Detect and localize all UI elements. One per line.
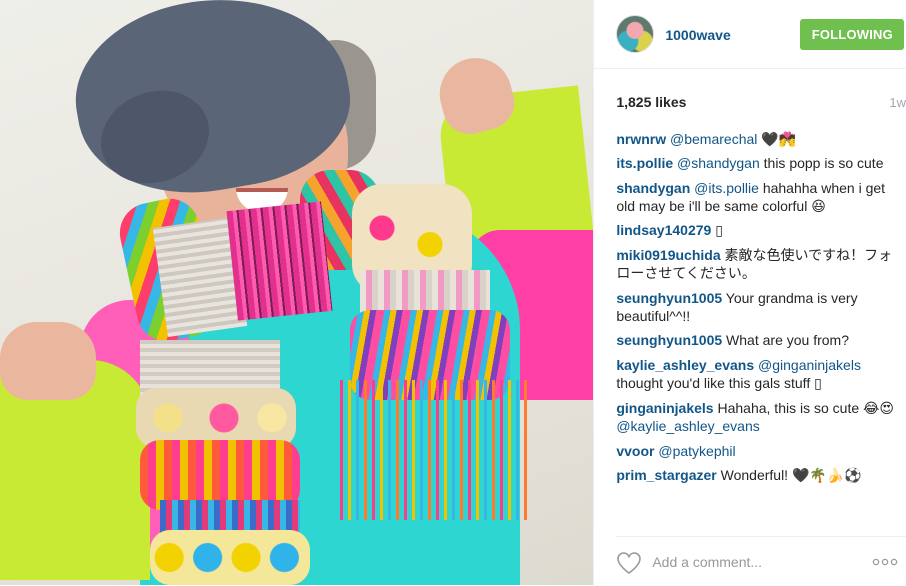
comment-author[interactable]: its.pollie	[616, 155, 673, 171]
instagram-post: 1000wave FOLLOWING 1,825 likes 1w nrwnrw…	[0, 0, 906, 585]
comment-author[interactable]: miki0919uchida	[616, 247, 720, 263]
more-options-icon[interactable]	[872, 553, 898, 571]
comment: prim_stargazer Wonderful! 🖤🌴🍌⚽	[616, 466, 894, 485]
photo-art-scarf	[136, 388, 296, 448]
comment-mention[interactable]: @patykephil	[658, 443, 735, 459]
comment-text: What are you from?	[722, 332, 849, 349]
comment-author[interactable]: lindsay140279	[616, 222, 711, 238]
comment-author[interactable]: vvoor	[616, 443, 654, 459]
comment-composer	[616, 536, 906, 586]
comment-author[interactable]: prim_stargazer	[616, 467, 716, 483]
comment: its.pollie @shandygan this popp is so cu…	[616, 154, 894, 173]
post-age[interactable]: 1w	[889, 95, 906, 110]
comment: lindsay140279 ▯	[616, 221, 894, 240]
following-button[interactable]: FOLLOWING	[800, 19, 905, 50]
comment-list: nrwnrw @bemarechal 🖤💏 its.pollie @shandy…	[616, 130, 894, 490]
username-link[interactable]: 1000wave	[665, 27, 730, 43]
photo-art-scarf	[226, 201, 333, 321]
comment: shandygan @its.pollie hahahha when i get…	[616, 179, 894, 216]
comment-author[interactable]: kaylie_ashley_evans	[616, 357, 754, 373]
comment-author[interactable]: seunghyun1005	[616, 290, 722, 306]
comment-text: Hahaha, this is so cute 😂😍	[713, 399, 894, 416]
post-header: 1000wave FOLLOWING	[594, 0, 906, 69]
likes-count[interactable]: 1,825 likes	[616, 94, 686, 110]
comment-text: this popp is so cute	[759, 155, 884, 172]
heart-icon[interactable]	[616, 551, 642, 575]
comment: seunghyun1005 What are you from?	[616, 331, 894, 350]
comment-mention[interactable]: @shandygan	[677, 155, 760, 171]
comment-text: thought you'd like this gals stuff ▯	[616, 375, 822, 392]
comment-author[interactable]: shandygan	[616, 180, 690, 196]
post-sidebar: 1000wave FOLLOWING 1,825 likes 1w nrwnrw…	[593, 0, 906, 585]
comment: miki0919uchida 素敵な色使いですね！フォローさせてください。	[616, 246, 894, 283]
comment: ginganinjakels Hahaha, this is so cute 😂…	[616, 399, 894, 436]
comment-mention[interactable]: @kaylie_ashley_evans	[616, 418, 759, 434]
comment-mention[interactable]: @ginganinjakels	[758, 357, 861, 373]
comment-mention[interactable]: @bemarechal	[670, 131, 757, 147]
comment-text: ▯	[711, 222, 723, 239]
comment: nrwnrw @bemarechal 🖤💏	[616, 130, 894, 149]
comment: kaylie_ashley_evans @ginganinjakels thou…	[616, 356, 894, 393]
comment-author[interactable]: seunghyun1005	[616, 332, 722, 348]
comment: seunghyun1005 Your grandma is very beaut…	[616, 289, 894, 326]
comment-input[interactable]	[652, 551, 853, 573]
photo-art-scarf	[150, 530, 310, 585]
photo-art-left-hand	[0, 322, 96, 400]
comment-text: Wonderful! 🖤🌴🍌⚽	[716, 466, 862, 483]
comment-mention[interactable]: @its.pollie	[694, 180, 759, 196]
profile-avatar[interactable]	[616, 15, 655, 53]
comment-author[interactable]: ginganinjakels	[616, 400, 713, 416]
comment-author[interactable]: nrwnrw	[616, 131, 666, 147]
comment-text: 🖤💏	[757, 131, 797, 147]
comment: vvoor @patykephil	[616, 442, 894, 461]
photo-art-scarf-fringe	[340, 380, 530, 520]
post-photo[interactable]	[0, 0, 594, 585]
